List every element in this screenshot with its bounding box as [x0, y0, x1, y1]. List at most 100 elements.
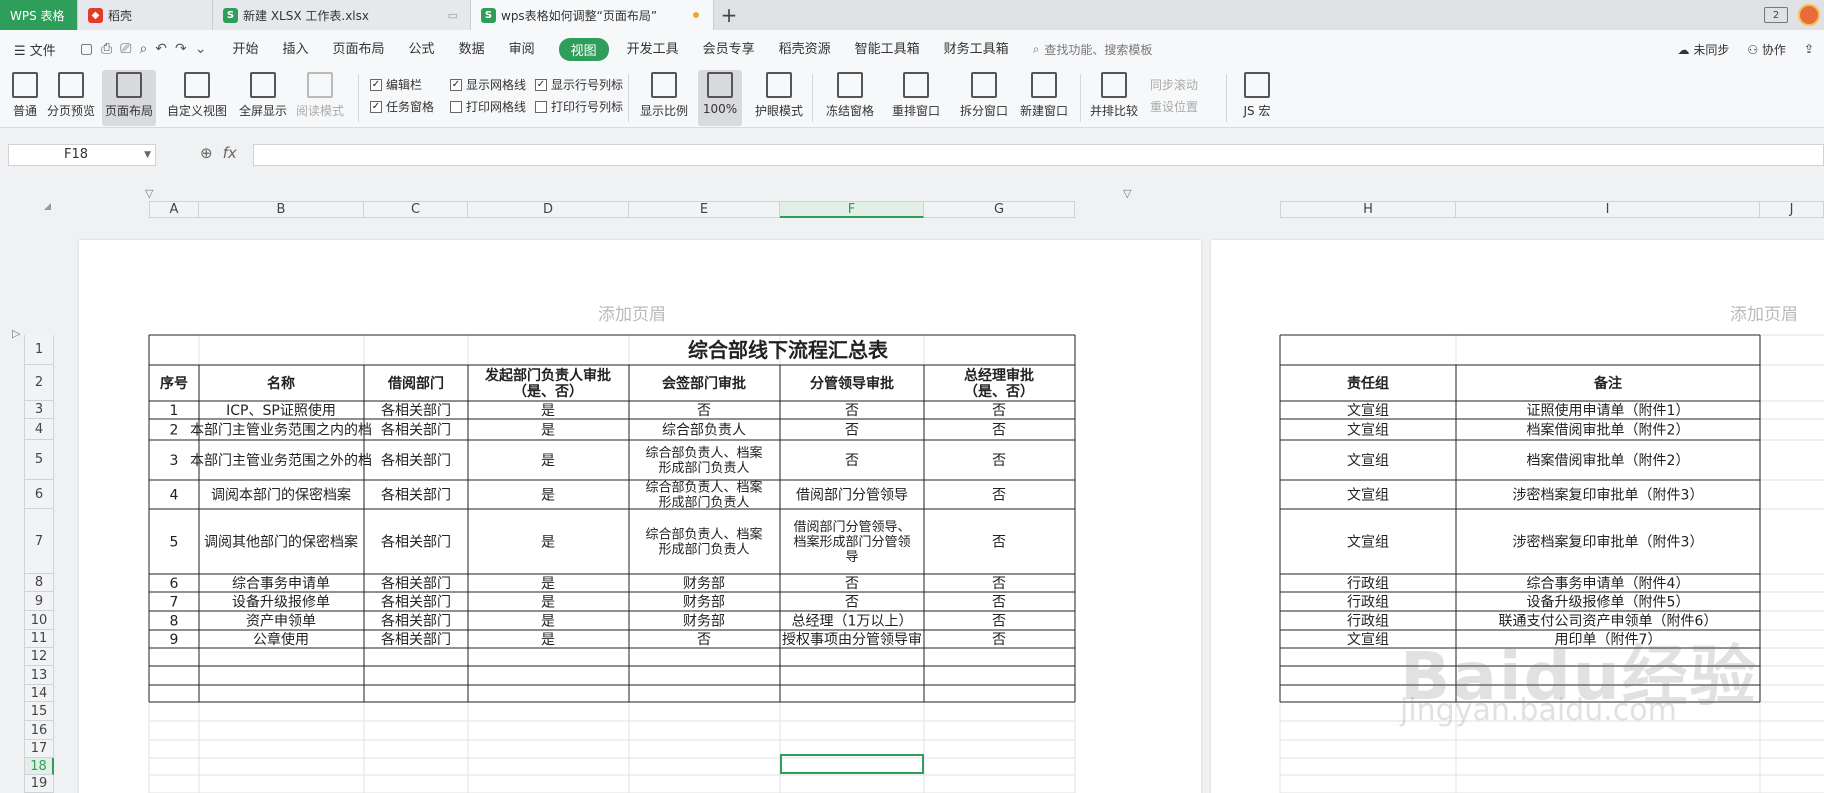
export-icon[interactable]: ⎙: [101, 41, 112, 57]
menu-4[interactable]: 数据: [459, 38, 485, 61]
menu-7[interactable]: 开发工具: [627, 38, 679, 61]
tab-xlsx[interactable]: S 新建 XLSX 工作表.xlsx ▭: [213, 0, 471, 30]
table-cell[interactable]: 3: [170, 453, 179, 469]
table-cell[interactable]: 2: [170, 423, 179, 439]
print-icon[interactable]: ⎚: [120, 41, 131, 57]
share-icon[interactable]: ⇪: [1804, 42, 1814, 56]
table-cell[interactable]: 设备升级报修单（附件5）: [1527, 594, 1690, 611]
menu-8[interactable]: 会员专享: [703, 38, 755, 61]
ribbon-button-10[interactable]: 重排窗口: [886, 70, 946, 126]
table-cell[interactable]: 文宣组: [1347, 403, 1389, 419]
new-tab-button[interactable]: +: [714, 0, 744, 30]
table-cell[interactable]: 7: [170, 595, 179, 611]
chevron-down-icon[interactable]: ⌄: [195, 41, 207, 57]
table-cell[interactable]: 形成部门负责人: [658, 496, 749, 511]
ribbon-button-11[interactable]: 拆分窗口: [958, 70, 1010, 126]
checkbox-4[interactable]: 打印网格线: [450, 98, 526, 115]
table-cell[interactable]: ICP、SP证照使用: [226, 402, 336, 419]
search-functions[interactable]: ⌕ 查找功能、搜索模板: [1033, 41, 1153, 58]
table-header[interactable]: 名称: [267, 375, 295, 392]
table-cell[interactable]: 文宣组: [1347, 453, 1389, 469]
table-cell[interactable]: 资产申领单: [246, 614, 316, 630]
menu-2[interactable]: 页面布局: [333, 38, 385, 61]
ribbon-button-3[interactable]: 自定义视图: [164, 70, 230, 126]
wps-app-tab[interactable]: WPS 表格: [0, 0, 78, 30]
table-cell[interactable]: 调阅其他部门的保密档案: [204, 534, 358, 551]
table-cell[interactable]: 否: [992, 614, 1006, 630]
fx-icon[interactable]: fx: [223, 144, 237, 162]
name-box[interactable]: F18 ▼: [8, 144, 156, 166]
chevron-down-icon[interactable]: ▼: [144, 145, 151, 165]
table-header[interactable]: （是、否）: [964, 384, 1034, 400]
formula-input[interactable]: [253, 144, 1824, 166]
checkbox-5[interactable]: 打印行号列标: [535, 98, 623, 115]
file-menu[interactable]: ☰ 文件: [14, 40, 56, 59]
table-cell[interactable]: 1: [170, 403, 179, 419]
table-cell[interactable]: 涉密档案复印审批单（附件3）: [1513, 534, 1704, 551]
table-cell[interactable]: 综合部负责人、档案: [645, 481, 762, 496]
table-cell[interactable]: 各相关部门: [381, 453, 451, 469]
table-cell[interactable]: 各相关部门: [381, 595, 451, 611]
selected-cell-F18[interactable]: [780, 754, 924, 774]
table-header[interactable]: 发起部门负责人审批: [484, 367, 611, 384]
table-cell[interactable]: 否: [697, 403, 711, 419]
menu-3[interactable]: 公式: [409, 38, 435, 61]
table-cell[interactable]: 4: [170, 488, 179, 504]
menu-0[interactable]: 开始: [233, 38, 259, 61]
table-cell[interactable]: 综合部负责人、档案: [645, 446, 762, 461]
avatar[interactable]: [1798, 4, 1820, 26]
table-cell[interactable]: 本部门主管业务范围之外的档: [190, 452, 372, 469]
menu-1[interactable]: 插入: [283, 38, 309, 61]
sync-scroll-button[interactable]: 同步滚动: [1150, 76, 1198, 93]
menu-10[interactable]: 智能工具箱: [855, 38, 920, 61]
table-cell[interactable]: 各相关部门: [381, 576, 451, 592]
table-cell[interactable]: 总经理（1万以上）: [792, 614, 913, 630]
table-cell[interactable]: 否: [992, 403, 1006, 419]
table-cell[interactable]: 5: [170, 535, 179, 551]
tab-daoke[interactable]: ◆ 稻壳: [78, 0, 213, 30]
table-cell[interactable]: 是: [541, 488, 555, 504]
table-cell[interactable]: 否: [992, 453, 1006, 469]
table-cell[interactable]: 否: [992, 535, 1006, 551]
table-cell[interactable]: 各相关部门: [381, 614, 451, 630]
table-header[interactable]: 总经理审批: [964, 367, 1034, 384]
table-cell[interactable]: 否: [992, 488, 1006, 504]
table-cell[interactable]: 设备升级报修单: [232, 594, 330, 611]
ribbon-button-4[interactable]: 全屏显示: [236, 70, 290, 126]
table-cell[interactable]: 各相关部门: [381, 535, 451, 551]
table-title[interactable]: 综合部线下流程汇总表: [688, 338, 889, 362]
table-cell[interactable]: 是: [541, 595, 555, 611]
table-cell[interactable]: 否: [992, 576, 1006, 592]
menu-11[interactable]: 财务工具箱: [944, 38, 1009, 61]
table-cell[interactable]: 行政组: [1347, 614, 1389, 630]
table-cell[interactable]: 财务部: [683, 614, 725, 630]
table-cell[interactable]: 文宣组: [1347, 535, 1389, 551]
table-cell[interactable]: 各相关部门: [381, 403, 451, 419]
table-cell[interactable]: 否: [845, 453, 859, 469]
checkbox-box[interactable]: [450, 100, 462, 113]
table-header[interactable]: 序号: [160, 375, 188, 392]
table-cell[interactable]: 各相关部门: [381, 488, 451, 504]
checkbox-box[interactable]: [535, 100, 547, 113]
table-cell[interactable]: 各相关部门: [381, 632, 451, 648]
table-cell[interactable]: 文宣组: [1347, 488, 1389, 504]
table-cell[interactable]: 是: [541, 576, 555, 592]
table-cell[interactable]: 6: [170, 576, 179, 592]
sync-status[interactable]: ☁ 未同步: [1678, 41, 1730, 58]
ribbon-button-2[interactable]: 页面布局: [102, 70, 156, 126]
reset-position-button[interactable]: 重设位置: [1150, 98, 1198, 115]
ribbon-button-12[interactable]: 新建窗口: [1018, 70, 1070, 126]
redo-icon[interactable]: ↷: [175, 41, 187, 57]
table-cell[interactable]: 各相关部门: [381, 423, 451, 439]
ribbon-button-14[interactable]: JS 宏: [1236, 70, 1278, 126]
table-cell[interactable]: 借阅部门分管领导、: [793, 520, 910, 535]
table-cell[interactable]: 形成部门负责人: [658, 543, 749, 558]
table-cell[interactable]: 综合部负责人、档案: [645, 528, 762, 543]
ribbon-button-6[interactable]: 显示比例: [638, 70, 690, 126]
table-cell[interactable]: 是: [541, 614, 555, 630]
table-cell[interactable]: 财务部: [683, 595, 725, 611]
table-header[interactable]: 分管领导审批: [810, 375, 894, 392]
checkbox-box[interactable]: ✓: [370, 100, 382, 113]
table-cell[interactable]: 档案借阅审批单（附件2）: [1527, 452, 1690, 469]
table-cell[interactable]: 否: [992, 595, 1006, 611]
